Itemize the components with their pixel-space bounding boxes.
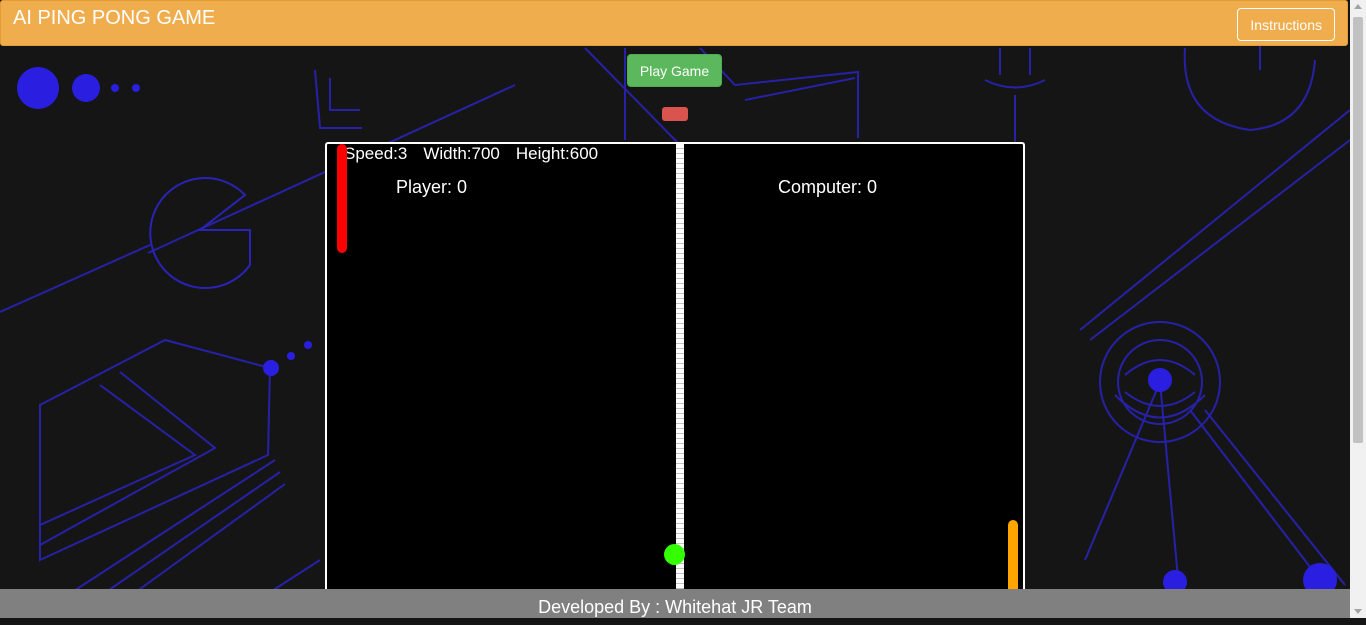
instructions-button[interactable]: Instructions <box>1237 8 1335 41</box>
computer-paddle <box>1008 520 1018 590</box>
top-navbar: AI PING PONG GAME Instructions <box>0 0 1348 46</box>
player-paddle <box>337 144 347 253</box>
game-canvas[interactable]: Speed:3 Width:700 Height:600 Player: 0 Com… <box>325 142 1025 590</box>
scroll-down-icon[interactable] <box>1354 609 1362 614</box>
scroll-up-icon[interactable] <box>1354 4 1362 9</box>
player-score: Player: 0 <box>396 177 468 197</box>
pacman-outline-icon <box>149 177 251 289</box>
play-game-button[interactable]: Play Game <box>627 54 722 87</box>
status-indicator <box>662 107 688 121</box>
width-readout: Width:700 <box>423 144 500 163</box>
speed-readout: Speed:3 <box>344 144 408 163</box>
center-net <box>676 144 684 590</box>
footer-credit: Developed By : Whitehat JR Team <box>538 597 812 617</box>
computer-score: Computer: 0 <box>778 177 878 197</box>
scrollbar-thumb[interactable] <box>1353 17 1363 443</box>
app-title: AI PING PONG GAME <box>13 7 216 29</box>
page-scrollbar[interactable] <box>1350 0 1366 618</box>
footer: Developed By : Whitehat JR Team <box>0 589 1350 618</box>
height-readout: Height:600 <box>515 144 599 163</box>
ball <box>664 544 685 565</box>
game-stats: Speed:3 Width:700 Height:600 <box>344 144 614 164</box>
